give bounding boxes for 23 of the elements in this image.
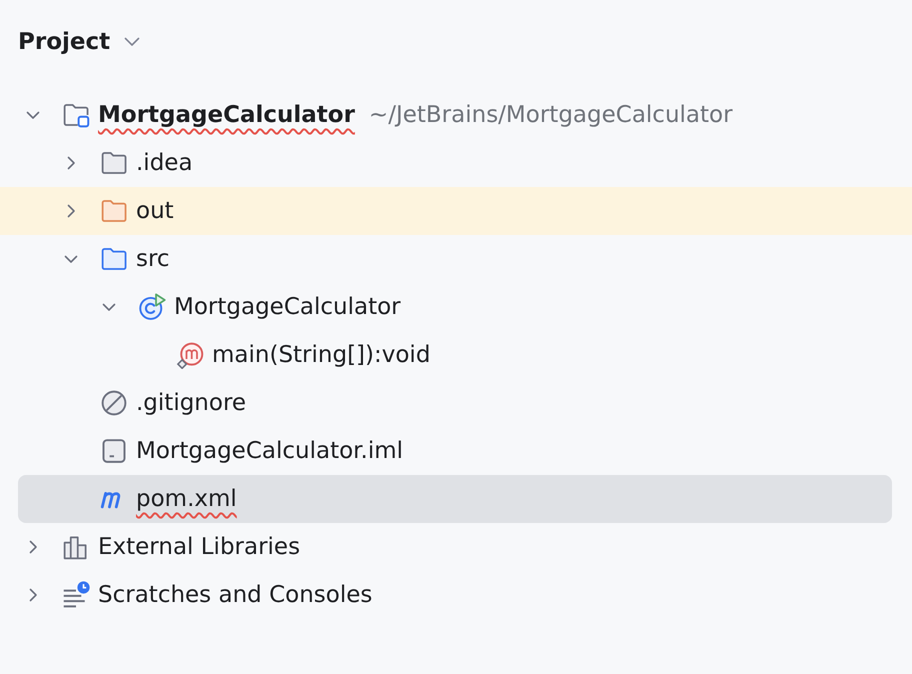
folder-icon: [100, 149, 128, 177]
tree-item[interactable]: pom.xml: [18, 475, 892, 523]
method-icon: [176, 341, 204, 369]
tree-item[interactable]: MortgageCalculator.iml: [0, 427, 912, 475]
tree-item[interactable]: MortgageCalculator: [0, 283, 912, 331]
tree-item[interactable]: .gitignore: [0, 379, 912, 427]
tree-item[interactable]: src: [0, 235, 912, 283]
tree-item[interactable]: MortgageCalculator ~/JetBrains/MortgageCalculator: [0, 91, 912, 139]
tree-item[interactable]: main(String[]):void: [0, 331, 912, 379]
slashed-circle-icon: [100, 389, 128, 417]
folder-icon: [100, 245, 128, 273]
tree-item[interactable]: External Libraries: [0, 523, 912, 571]
caret-icon: [124, 37, 140, 47]
folder-icon: [100, 197, 128, 225]
folder-icon: [62, 101, 90, 129]
project-path: ~/JetBrains/MortgageCalculator: [368, 102, 733, 128]
file-icon: [100, 437, 128, 465]
view-selector[interactable]: Project: [16, 20, 142, 64]
tree-item[interactable]: .idea: [0, 139, 912, 187]
scratches-icon: [62, 581, 90, 609]
class-icon: [138, 293, 166, 321]
tree-item[interactable]: Scratches and Consoles: [0, 571, 912, 619]
tree-item[interactable]: out: [0, 187, 912, 235]
